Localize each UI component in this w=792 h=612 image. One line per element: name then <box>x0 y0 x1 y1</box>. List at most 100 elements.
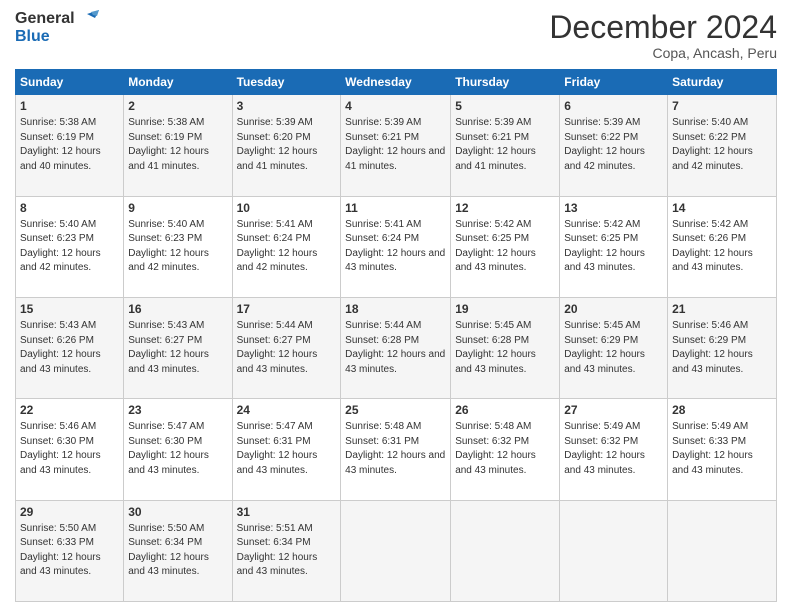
table-row: 16 Sunrise: 5:43 AMSunset: 6:27 PMDaylig… <box>124 297 232 398</box>
day-number: 20 <box>564 301 663 317</box>
table-row: 17 Sunrise: 5:44 AMSunset: 6:27 PMDaylig… <box>232 297 341 398</box>
col-thursday: Thursday <box>451 70 560 95</box>
table-row: 25 Sunrise: 5:48 AMSunset: 6:31 PMDaylig… <box>341 399 451 500</box>
day-info: Sunrise: 5:47 AMSunset: 6:30 PMDaylight:… <box>128 421 209 476</box>
day-number: 6 <box>564 98 663 114</box>
day-number: 24 <box>237 402 337 418</box>
day-number: 13 <box>564 200 663 216</box>
table-row: 18 Sunrise: 5:44 AMSunset: 6:28 PMDaylig… <box>341 297 451 398</box>
day-info: Sunrise: 5:39 AMSunset: 6:21 PMDaylight:… <box>345 117 445 172</box>
calendar-week-row: 29 Sunrise: 5:50 AMSunset: 6:33 PMDaylig… <box>16 500 777 601</box>
calendar-body: 1 Sunrise: 5:38 AMSunset: 6:19 PMDayligh… <box>16 95 777 602</box>
day-number: 10 <box>237 200 337 216</box>
day-number: 11 <box>345 200 446 216</box>
day-info: Sunrise: 5:41 AMSunset: 6:24 PMDaylight:… <box>237 219 318 274</box>
subtitle: Copa, Ancash, Peru <box>549 45 777 61</box>
day-number: 9 <box>128 200 227 216</box>
title-block: December 2024 Copa, Ancash, Peru <box>549 10 777 61</box>
day-info: Sunrise: 5:45 AMSunset: 6:28 PMDaylight:… <box>455 320 536 375</box>
day-number: 26 <box>455 402 555 418</box>
day-number: 28 <box>672 402 772 418</box>
table-row: 22 Sunrise: 5:46 AMSunset: 6:30 PMDaylig… <box>16 399 124 500</box>
day-number: 31 <box>237 504 337 520</box>
logo-blue: Blue <box>15 28 50 46</box>
table-row: 8 Sunrise: 5:40 AMSunset: 6:23 PMDayligh… <box>16 196 124 297</box>
calendar-week-row: 22 Sunrise: 5:46 AMSunset: 6:30 PMDaylig… <box>16 399 777 500</box>
day-info: Sunrise: 5:45 AMSunset: 6:29 PMDaylight:… <box>564 320 645 375</box>
col-friday: Friday <box>560 70 668 95</box>
col-monday: Monday <box>124 70 232 95</box>
day-info: Sunrise: 5:42 AMSunset: 6:25 PMDaylight:… <box>455 219 536 274</box>
table-row: 10 Sunrise: 5:41 AMSunset: 6:24 PMDaylig… <box>232 196 341 297</box>
table-row: 2 Sunrise: 5:38 AMSunset: 6:19 PMDayligh… <box>124 95 232 196</box>
logo: General Blue <box>15 10 99 46</box>
day-number: 4 <box>345 98 446 114</box>
table-row: 13 Sunrise: 5:42 AMSunset: 6:25 PMDaylig… <box>560 196 668 297</box>
table-row: 31 Sunrise: 5:51 AMSunset: 6:34 PMDaylig… <box>232 500 341 601</box>
day-info: Sunrise: 5:50 AMSunset: 6:33 PMDaylight:… <box>20 523 101 578</box>
day-number: 15 <box>20 301 119 317</box>
day-info: Sunrise: 5:47 AMSunset: 6:31 PMDaylight:… <box>237 421 318 476</box>
day-number: 27 <box>564 402 663 418</box>
day-number: 18 <box>345 301 446 317</box>
table-row: 26 Sunrise: 5:48 AMSunset: 6:32 PMDaylig… <box>451 399 560 500</box>
table-row: 20 Sunrise: 5:45 AMSunset: 6:29 PMDaylig… <box>560 297 668 398</box>
calendar-week-row: 8 Sunrise: 5:40 AMSunset: 6:23 PMDayligh… <box>16 196 777 297</box>
day-number: 16 <box>128 301 227 317</box>
table-row: 6 Sunrise: 5:39 AMSunset: 6:22 PMDayligh… <box>560 95 668 196</box>
table-row: 12 Sunrise: 5:42 AMSunset: 6:25 PMDaylig… <box>451 196 560 297</box>
day-info: Sunrise: 5:40 AMSunset: 6:22 PMDaylight:… <box>672 117 753 172</box>
day-info: Sunrise: 5:44 AMSunset: 6:28 PMDaylight:… <box>345 320 445 375</box>
col-saturday: Saturday <box>668 70 777 95</box>
table-row: 21 Sunrise: 5:46 AMSunset: 6:29 PMDaylig… <box>668 297 777 398</box>
day-info: Sunrise: 5:40 AMSunset: 6:23 PMDaylight:… <box>128 219 209 274</box>
table-row: 29 Sunrise: 5:50 AMSunset: 6:33 PMDaylig… <box>16 500 124 601</box>
header: General Blue December 2024 Copa, Ancash,… <box>15 10 777 61</box>
table-row <box>668 500 777 601</box>
day-info: Sunrise: 5:48 AMSunset: 6:31 PMDaylight:… <box>345 421 445 476</box>
day-number: 22 <box>20 402 119 418</box>
day-number: 17 <box>237 301 337 317</box>
table-row: 24 Sunrise: 5:47 AMSunset: 6:31 PMDaylig… <box>232 399 341 500</box>
day-info: Sunrise: 5:40 AMSunset: 6:23 PMDaylight:… <box>20 219 101 274</box>
day-number: 21 <box>672 301 772 317</box>
day-number: 29 <box>20 504 119 520</box>
day-number: 12 <box>455 200 555 216</box>
table-row <box>341 500 451 601</box>
day-number: 5 <box>455 98 555 114</box>
main-title: December 2024 <box>549 10 777 45</box>
day-number: 1 <box>20 98 119 114</box>
table-row: 11 Sunrise: 5:41 AMSunset: 6:24 PMDaylig… <box>341 196 451 297</box>
day-number: 19 <box>455 301 555 317</box>
day-info: Sunrise: 5:38 AMSunset: 6:19 PMDaylight:… <box>128 117 209 172</box>
day-info: Sunrise: 5:46 AMSunset: 6:30 PMDaylight:… <box>20 421 101 476</box>
calendar-table: Sunday Monday Tuesday Wednesday Thursday… <box>15 69 777 602</box>
page: General Blue December 2024 Copa, Ancash,… <box>0 0 792 612</box>
table-row: 27 Sunrise: 5:49 AMSunset: 6:32 PMDaylig… <box>560 399 668 500</box>
day-info: Sunrise: 5:51 AMSunset: 6:34 PMDaylight:… <box>237 523 318 578</box>
day-info: Sunrise: 5:38 AMSunset: 6:19 PMDaylight:… <box>20 117 101 172</box>
day-number: 7 <box>672 98 772 114</box>
day-info: Sunrise: 5:39 AMSunset: 6:22 PMDaylight:… <box>564 117 645 172</box>
day-info: Sunrise: 5:44 AMSunset: 6:27 PMDaylight:… <box>237 320 318 375</box>
table-row: 1 Sunrise: 5:38 AMSunset: 6:19 PMDayligh… <box>16 95 124 196</box>
table-row <box>451 500 560 601</box>
day-number: 23 <box>128 402 227 418</box>
col-sunday: Sunday <box>16 70 124 95</box>
table-row <box>560 500 668 601</box>
day-info: Sunrise: 5:41 AMSunset: 6:24 PMDaylight:… <box>345 219 445 274</box>
logo-general: General <box>15 10 75 28</box>
day-info: Sunrise: 5:42 AMSunset: 6:26 PMDaylight:… <box>672 219 753 274</box>
table-row: 5 Sunrise: 5:39 AMSunset: 6:21 PMDayligh… <box>451 95 560 196</box>
day-info: Sunrise: 5:42 AMSunset: 6:25 PMDaylight:… <box>564 219 645 274</box>
table-row: 3 Sunrise: 5:39 AMSunset: 6:20 PMDayligh… <box>232 95 341 196</box>
day-number: 25 <box>345 402 446 418</box>
day-number: 8 <box>20 200 119 216</box>
day-info: Sunrise: 5:39 AMSunset: 6:21 PMDaylight:… <box>455 117 536 172</box>
day-info: Sunrise: 5:50 AMSunset: 6:34 PMDaylight:… <box>128 523 209 578</box>
day-info: Sunrise: 5:49 AMSunset: 6:32 PMDaylight:… <box>564 421 645 476</box>
day-info: Sunrise: 5:48 AMSunset: 6:32 PMDaylight:… <box>455 421 536 476</box>
day-info: Sunrise: 5:39 AMSunset: 6:20 PMDaylight:… <box>237 117 318 172</box>
col-tuesday: Tuesday <box>232 70 341 95</box>
day-number: 30 <box>128 504 227 520</box>
